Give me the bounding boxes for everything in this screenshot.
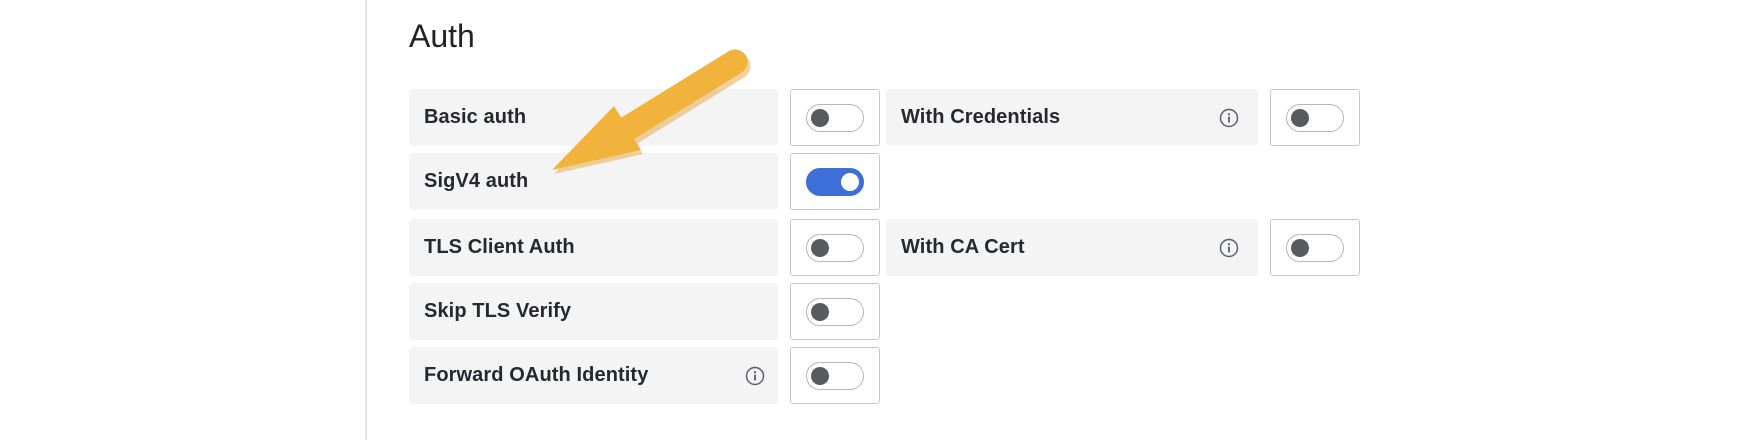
toggle-skip-tls-verify[interactable] [806,297,864,326]
label-text: Skip TLS Verify [424,300,572,322]
toggle-with-credentials[interactable] [1286,103,1344,132]
toggle-knob [811,238,829,257]
section-title: Auth [409,18,475,54]
toggle-knob [811,108,829,127]
toggle-sigv4-auth-container [790,153,880,210]
toggle-knob [841,172,859,191]
toggle-skip-tls-verify-container [790,283,880,340]
label-basic-auth: Basic auth [409,89,778,146]
label-text: Forward OAuth Identity [424,364,649,386]
toggle-knob [1291,238,1309,257]
vertical-divider [365,0,367,440]
label-text: SigV4 auth [424,170,529,192]
label-text: With CA Cert [901,236,1025,258]
toggle-knob [811,302,829,321]
label-text: TLS Client Auth [424,236,575,258]
info-circle-icon[interactable] [1219,238,1239,258]
label-forward-oauth-identity: Forward OAuth Identity [409,347,778,404]
toggle-knob [1291,108,1309,127]
toggle-with-ca-cert-container [1270,219,1360,276]
toggle-basic-auth-container [790,89,880,146]
toggle-with-credentials-container [1270,89,1360,146]
toggle-basic-auth[interactable] [806,103,864,132]
label-with-credentials: With Credentials [886,89,1258,146]
arrow-annotation-icon [552,49,751,174]
label-text: With Credentials [901,106,1061,128]
label-sigv4-auth: SigV4 auth [409,153,778,210]
info-circle-icon[interactable] [745,366,765,386]
toggle-tls-client-auth[interactable] [806,233,864,262]
toggle-forward-oauth-identity[interactable] [806,361,864,390]
toggle-tls-client-auth-container [790,219,880,276]
toggle-sigv4-auth[interactable] [806,167,864,196]
toggle-knob [811,366,829,385]
label-skip-tls-verify: Skip TLS Verify [409,283,778,340]
toggle-forward-oauth-identity-container [790,347,880,404]
info-circle-icon[interactable] [1219,108,1239,128]
toggle-with-ca-cert[interactable] [1286,233,1344,262]
label-text: Basic auth [424,106,527,128]
label-tls-client-auth: TLS Client Auth [409,219,778,276]
label-with-ca-cert: With CA Cert [886,219,1258,276]
auth-settings-panel: Auth Basic auth With Credentials SigV4 a… [0,0,1762,440]
